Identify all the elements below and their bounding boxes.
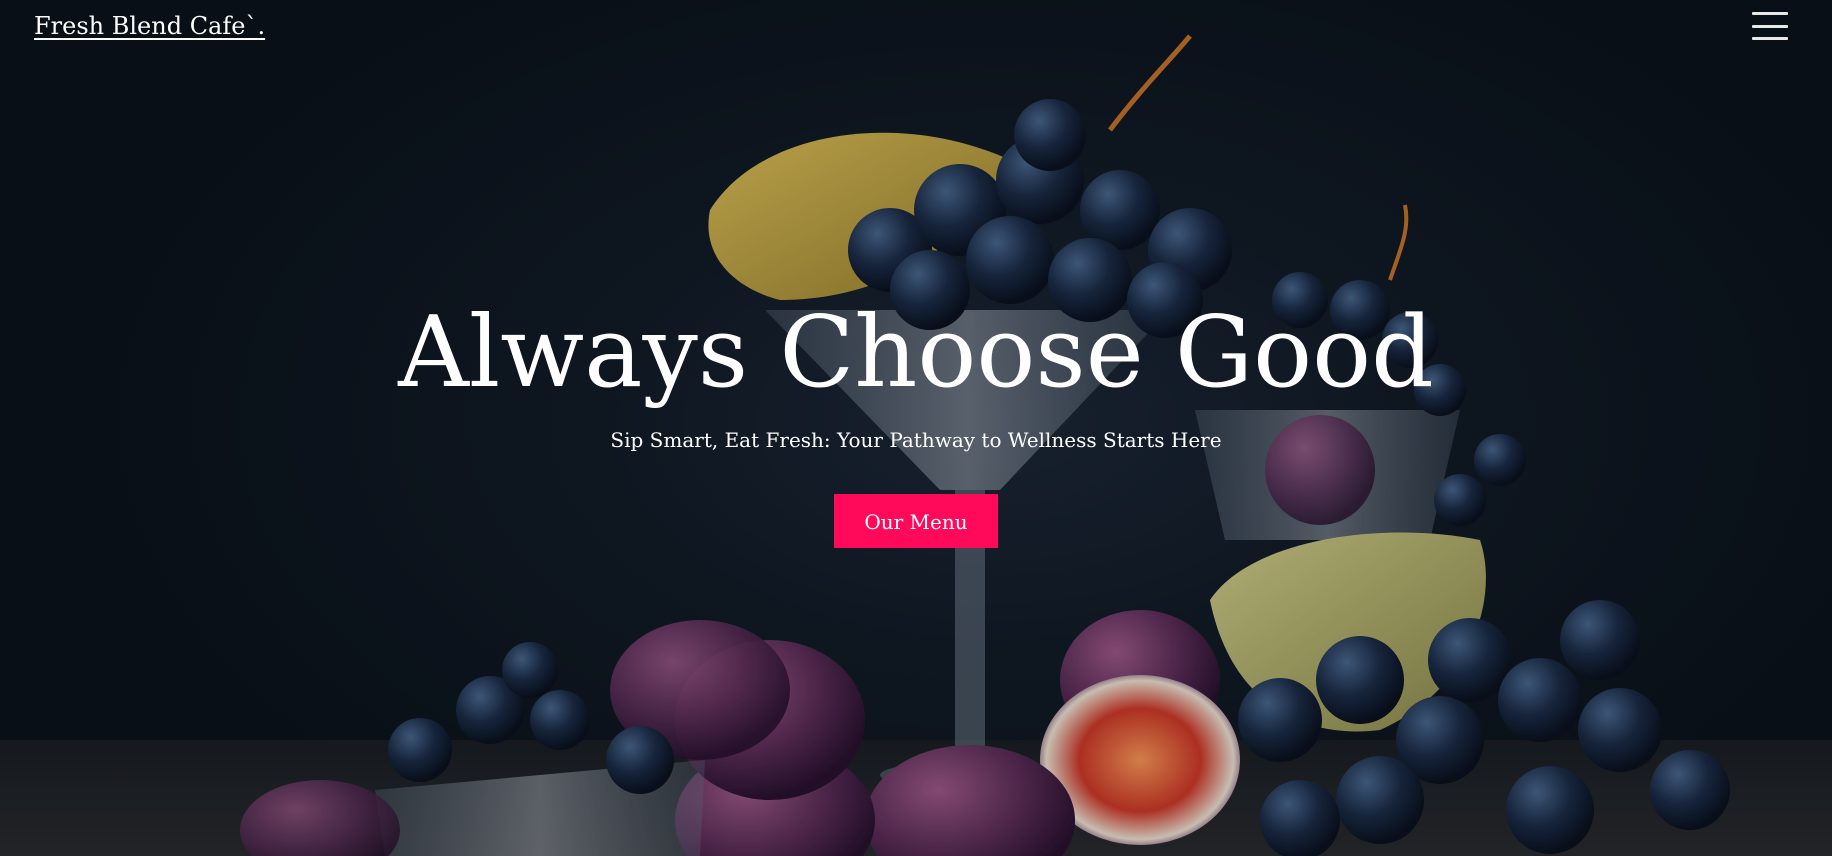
hamburger-bar-middle	[1752, 24, 1788, 28]
hero-tagline: Sip Smart, Eat Fresh: Your Pathway to We…	[610, 427, 1222, 452]
hamburger-bar-top	[1752, 12, 1788, 15]
hero-section: Fresh Blend Cafe`. Always Choose Good Si…	[0, 0, 1832, 856]
our-menu-button[interactable]: Our Menu	[834, 493, 998, 548]
hero-content: Always Choose Good Sip Smart, Eat Fresh:…	[0, 296, 1832, 548]
hero-headline: Always Choose Good	[398, 296, 1434, 410]
hamburger-bar-bottom	[1752, 37, 1788, 40]
hamburger-menu-icon[interactable]	[1752, 12, 1788, 40]
brand-logo[interactable]: Fresh Blend Cafe`.	[34, 12, 265, 40]
